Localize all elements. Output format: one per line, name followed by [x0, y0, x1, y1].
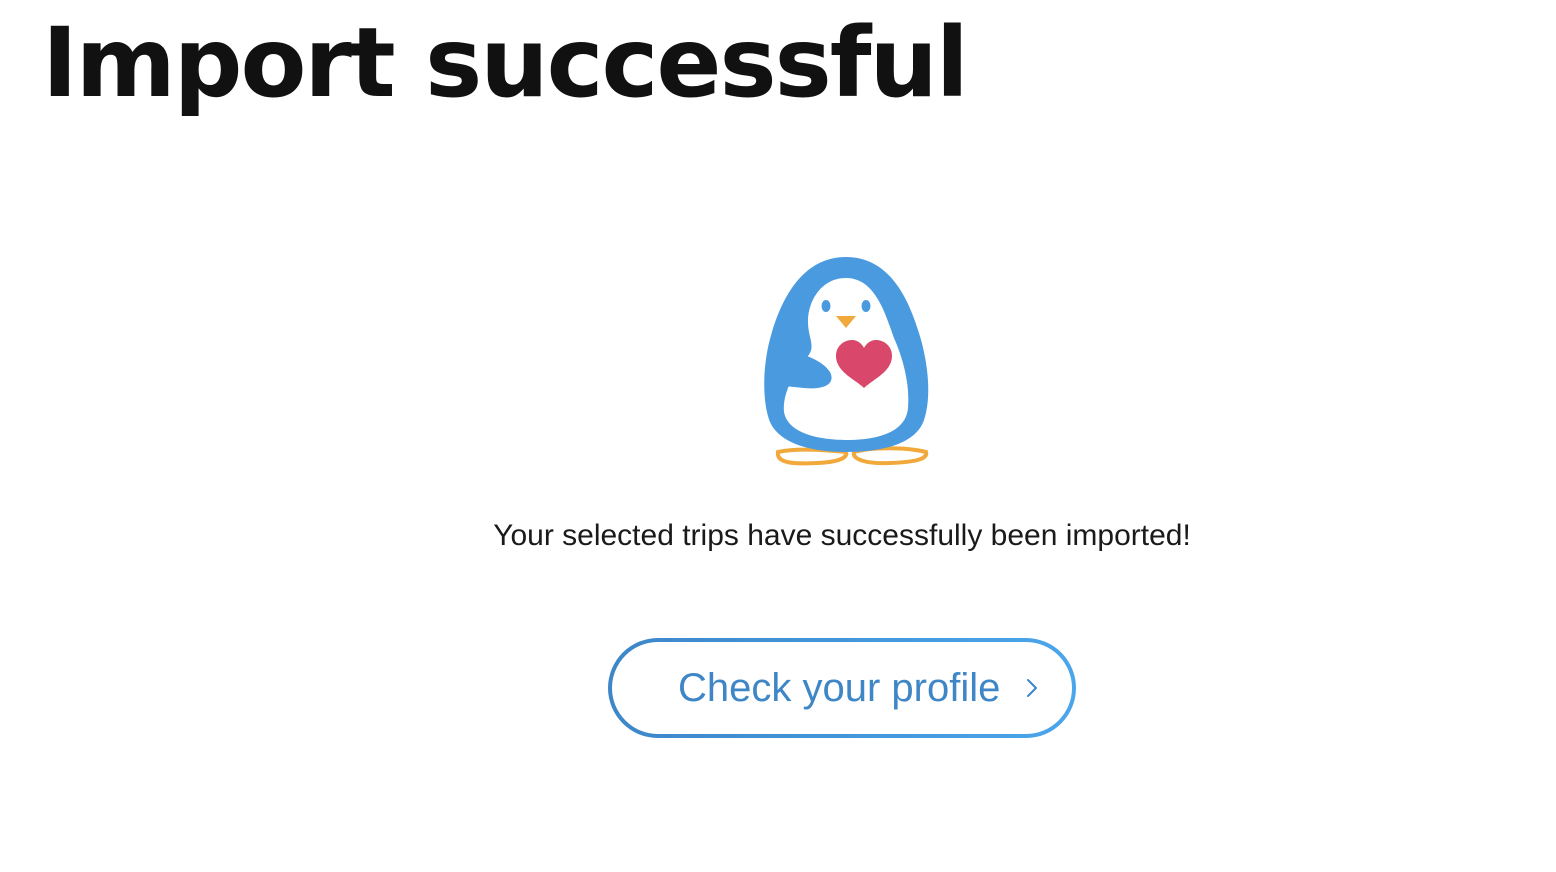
check-profile-button-inner[interactable]: Check your profile — [612, 642, 1072, 734]
page-title: Import successful — [42, 7, 969, 119]
penguin-eye-right — [861, 300, 871, 312]
success-message: Your selected trips have successfully be… — [493, 519, 1191, 552]
chevron-right-icon — [1026, 678, 1038, 698]
check-profile-button-label: Check your profile — [678, 666, 1001, 710]
penguin-heart-icon — [756, 252, 936, 470]
check-profile-button[interactable]: Check your profile — [608, 638, 1076, 738]
penguin-eye-left — [821, 300, 831, 312]
